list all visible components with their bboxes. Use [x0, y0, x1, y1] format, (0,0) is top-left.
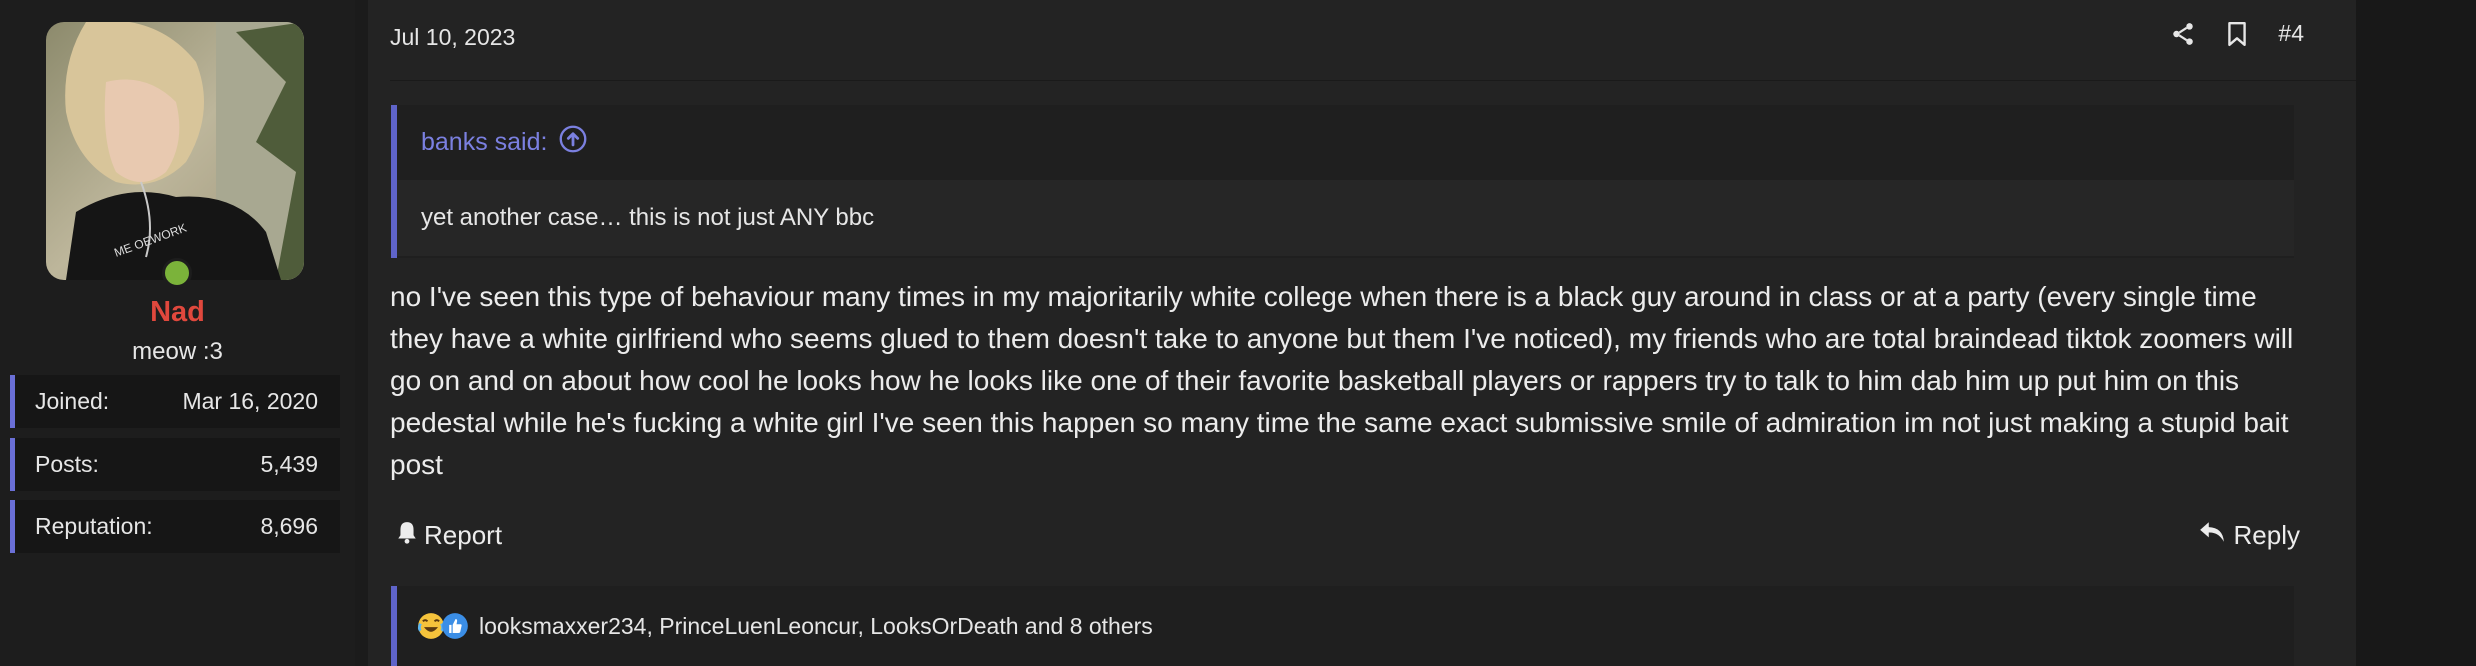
divider: [390, 80, 2356, 81]
share-icon[interactable]: [2170, 21, 2196, 47]
post-actions: #4: [2170, 20, 2304, 47]
report-label: Report: [424, 520, 503, 550]
stat-label: Posts:: [35, 451, 99, 477]
stat-label: Joined:: [35, 388, 110, 414]
username[interactable]: Nad: [0, 296, 355, 329]
up-arrow-circle-icon[interactable]: [559, 125, 587, 160]
stat-joined: Joined: Mar 16, 2020: [10, 375, 340, 428]
quote-text: yet another case… this is not just ANY b…: [397, 180, 2294, 256]
thumbs-up-icon: [441, 612, 469, 640]
reply-button[interactable]: Reply: [2198, 520, 2300, 551]
reaction-icons[interactable]: [417, 612, 469, 640]
post-number-link[interactable]: #4: [2278, 20, 2304, 47]
bell-icon: [396, 520, 418, 551]
page-margin: [2356, 0, 2476, 666]
user-sidebar: ME OEWORK Nad meow :3 Joined: Mar 16, 20…: [0, 0, 355, 666]
avatar[interactable]: ME OEWORK: [46, 22, 304, 280]
stat-value: 5,439: [260, 451, 318, 477]
report-button[interactable]: Report: [396, 520, 502, 551]
post-date[interactable]: Jul 10, 2023: [390, 24, 515, 51]
user-title: meow :3: [132, 338, 223, 365]
online-status-dot: [162, 258, 192, 288]
reactions-bar[interactable]: looksmaxxer234, PrinceLuenLeoncur, Looks…: [391, 586, 2294, 666]
stat-value: 8,696: [260, 513, 318, 539]
stat-posts: Posts: 5,439: [10, 438, 340, 491]
stat-label: Reputation:: [35, 513, 153, 539]
stat-reputation: Reputation: 8,696: [10, 500, 340, 553]
quote-header[interactable]: banks said:: [397, 105, 2294, 180]
reply-arrow-icon: [2198, 520, 2226, 551]
post-container: Jul 10, 2023 #4 banks said: yet another …: [368, 0, 2356, 666]
quote-author[interactable]: banks said:: [421, 128, 547, 157]
reply-label: Reply: [2233, 520, 2300, 550]
post-message: no I've seen this type of behaviour many…: [390, 281, 2294, 480]
bookmark-icon[interactable]: [2226, 21, 2248, 47]
quote-block: banks said: yet another case… this is no…: [391, 105, 2294, 258]
reactions-users[interactable]: looksmaxxer234, PrinceLuenLeoncur, Looks…: [479, 613, 1153, 640]
stat-value: Mar 16, 2020: [182, 388, 318, 414]
